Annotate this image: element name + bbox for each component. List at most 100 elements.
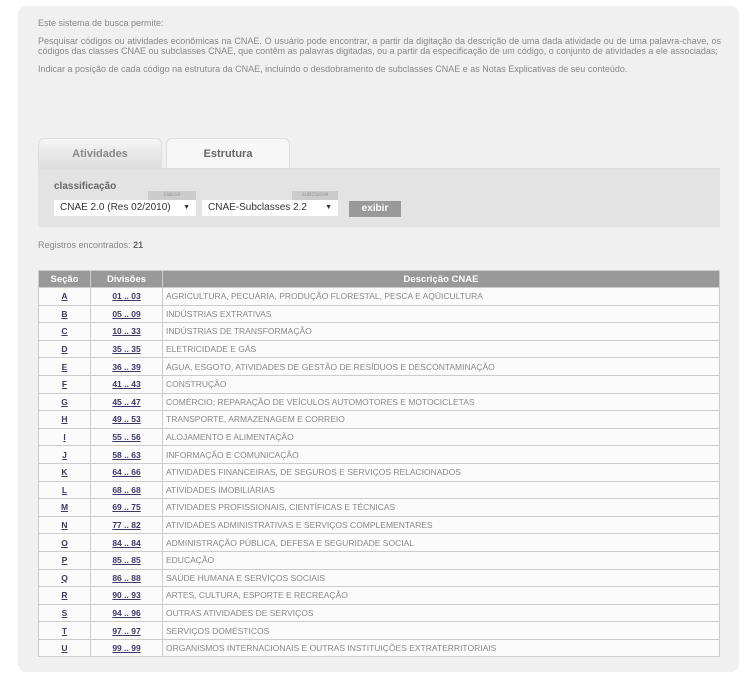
descricao-cell: COMÉRCIO; REPARAÇÃO DE VEÍCULOS AUTOMOTO… xyxy=(163,393,720,411)
secao-link[interactable]: E xyxy=(62,362,68,372)
header-divisoes: Divisões xyxy=(91,271,163,288)
dropdown-arrow-icon: ▼ xyxy=(183,200,190,216)
secao-link[interactable]: L xyxy=(62,485,67,495)
secao-link[interactable]: S xyxy=(62,608,68,618)
divisoes-cell: 58 .. 63 xyxy=(91,446,163,464)
divisoes-link[interactable]: 77 .. 82 xyxy=(112,520,140,530)
divisoes-cell: 85 .. 85 xyxy=(91,551,163,569)
descricao-cell: ÁGUA, ESGOTO, ATIVIDADES DE GESTÃO DE RE… xyxy=(163,358,720,376)
table-row: N 77 .. 82 ATIVIDADES ADMINISTRATIVAS E SE… xyxy=(39,516,720,534)
table-row: B05 .. 09INDÚSTRIAS EXTRATIVAS xyxy=(39,305,720,323)
divisoes-link[interactable]: 35 .. 35 xyxy=(112,344,140,354)
descricao-cell: EDUCAÇÃO xyxy=(163,551,720,569)
classe-value: CNAE 2.0 (Res 02/2010) xyxy=(60,202,171,213)
divisoes-link[interactable]: 45 .. 47 xyxy=(112,397,140,407)
secao-link[interactable]: P xyxy=(62,555,68,565)
divisoes-link[interactable]: 90 .. 93 xyxy=(112,590,140,600)
secao-link[interactable]: G xyxy=(61,397,68,407)
subclasse-select[interactable]: CNAE-Subclasses 2.2▼ xyxy=(202,200,338,216)
descricao-cell: ATIVIDADES PROFISSIONAIS, CIENTÍFICAS E … xyxy=(163,499,720,517)
secao-link[interactable]: F xyxy=(62,379,67,389)
classificacao-label: classificação xyxy=(54,181,116,192)
secao-cell: P xyxy=(39,551,91,569)
intro-text: Este sistema de busca permite: Pesquisar… xyxy=(38,18,721,81)
table-row: S94 .. 96OUTRAS ATIVIDADES DE SERVIÇOS xyxy=(39,604,720,622)
secao-cell: T xyxy=(39,622,91,640)
descricao-cell: SAÚDE HUMANA E SERVIÇOS SOCIAIS xyxy=(163,569,720,587)
tab-estrutura[interactable]: Estrutura xyxy=(166,138,290,169)
secao-link[interactable]: C xyxy=(61,326,67,336)
secao-link[interactable]: O xyxy=(61,538,68,548)
divisoes-link[interactable]: 10 .. 33 xyxy=(112,326,140,336)
divisoes-link[interactable]: 85 .. 85 xyxy=(112,555,140,565)
descricao-cell: ATIVIDADES ADMINISTRATIVAS E SERVIÇOS CO… xyxy=(163,516,720,534)
secao-cell: L xyxy=(39,481,91,499)
divisoes-link[interactable]: 41 .. 43 xyxy=(112,379,140,389)
secao-link[interactable]: K xyxy=(61,467,67,477)
secao-link[interactable]: N xyxy=(61,520,67,530)
secao-link[interactable]: B xyxy=(61,309,67,319)
table-row: R90 .. 93ARTES, CULTURA, ESPORTE E RECRE… xyxy=(39,587,720,605)
registros-count: Registros encontrados: 21 xyxy=(38,240,143,250)
secao-link[interactable]: T xyxy=(62,626,67,636)
divisoes-link[interactable]: 99 .. 99 xyxy=(112,643,140,653)
exibir-button[interactable]: exibir xyxy=(349,201,401,217)
secao-cell: N xyxy=(39,516,91,534)
divisoes-link[interactable]: 05 .. 09 xyxy=(112,309,140,319)
divisoes-cell: 35 .. 35 xyxy=(91,340,163,358)
divisoes-link[interactable]: 84 .. 84 xyxy=(112,538,140,548)
divisoes-link[interactable]: 55 .. 56 xyxy=(112,432,140,442)
divisoes-link[interactable]: 94 .. 96 xyxy=(112,608,140,618)
divisoes-cell: 77 .. 82 xyxy=(91,516,163,534)
divisoes-cell: 68 .. 68 xyxy=(91,481,163,499)
table-row: I55 .. 56ALOJAMENTO E ALIMENTAÇÃO xyxy=(39,428,720,446)
table-row: G 45 .. 47 COMÉRCIO; REPARAÇÃO DE VEÍCULOS… xyxy=(39,393,720,411)
secao-cell: A xyxy=(39,288,91,306)
tab-atividades[interactable]: Atividades xyxy=(38,138,162,168)
secao-cell: I xyxy=(39,428,91,446)
intro-p2: Pesquisar códigos ou atividades econômic… xyxy=(38,36,721,57)
divisoes-cell: 99 .. 99 xyxy=(91,639,163,657)
secao-cell: H xyxy=(39,411,91,429)
divisoes-link[interactable]: 01 .. 03 xyxy=(112,291,140,301)
divisoes-cell: 49 .. 53 xyxy=(91,411,163,429)
secao-link[interactable]: A xyxy=(61,291,67,301)
divisoes-cell: 86 .. 88 xyxy=(91,569,163,587)
secao-link[interactable]: U xyxy=(61,643,67,653)
divisoes-link[interactable]: 49 .. 53 xyxy=(112,414,140,424)
divisoes-cell: 64 .. 66 xyxy=(91,463,163,481)
divisoes-link[interactable]: 69 .. 75 xyxy=(112,502,140,512)
classe-select[interactable]: CNAE 2.0 (Res 02/2010) ▼ xyxy=(54,200,196,216)
descricao-cell: ATIVIDADES FINANCEIRAS, DE SEGUROS E SER… xyxy=(163,463,720,481)
table-row: F41 .. 43CONSTRUÇÃO xyxy=(39,375,720,393)
divisoes-link[interactable]: 58 .. 63 xyxy=(112,450,140,460)
divisoes-cell: 55 .. 56 xyxy=(91,428,163,446)
table-row: A01 .. 03AGRICULTURA, PECUÁRIA, PRODUÇÃO… xyxy=(39,288,720,306)
divisoes-cell: 10 .. 33 xyxy=(91,323,163,341)
header-descricao: Descrição CNAE xyxy=(163,271,720,288)
secao-link[interactable]: I xyxy=(63,432,65,442)
main-panel: Este sistema de busca permite: Pesquisar… xyxy=(18,6,739,672)
secao-cell: D xyxy=(39,340,91,358)
divisoes-cell: 45 .. 47 xyxy=(91,393,163,411)
table-row: E 36 .. 39 ÁGUA, ESGOTO, ATIVIDADES DE GES… xyxy=(39,358,720,376)
descricao-cell: INDÚSTRIAS DE TRANSFORMAÇÃO xyxy=(163,323,720,341)
secao-link[interactable]: J xyxy=(62,450,67,460)
secao-link[interactable]: R xyxy=(61,590,67,600)
registros-label: Registros encontrados: xyxy=(38,240,131,250)
cnae-table: Seção Divisões Descrição CNAE A01 .. 03A… xyxy=(38,270,720,657)
divisoes-link[interactable]: 86 .. 88 xyxy=(112,573,140,583)
secao-link[interactable]: H xyxy=(61,414,67,424)
table-row: T97 .. 97SERVIÇOS DOMÉSTICOS xyxy=(39,622,720,640)
subclasse-value: CNAE-Subclasses 2.2 xyxy=(208,202,307,213)
divisoes-link[interactable]: 36 .. 39 xyxy=(112,362,140,372)
divisoes-link[interactable]: 97 .. 97 xyxy=(112,626,140,636)
classe-tag: classe xyxy=(148,191,196,200)
secao-link[interactable]: Q xyxy=(61,573,68,583)
secao-link[interactable]: D xyxy=(61,344,67,354)
subclasse-tag: subclasse xyxy=(292,191,338,200)
secao-cell: S xyxy=(39,604,91,622)
divisoes-link[interactable]: 68 .. 68 xyxy=(112,485,140,495)
divisoes-link[interactable]: 64 .. 66 xyxy=(112,467,140,477)
secao-link[interactable]: M xyxy=(61,502,68,512)
